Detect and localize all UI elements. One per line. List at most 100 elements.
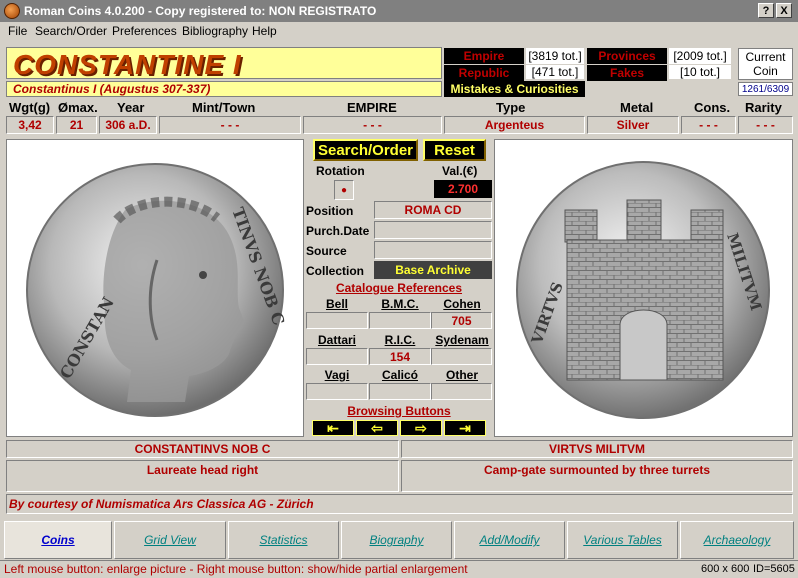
image-size: 600 x 600 [701, 563, 750, 575]
close-button[interactable]: X [776, 3, 792, 18]
obverse-image[interactable]: CONSTAN TINVS NOB C [6, 139, 304, 437]
rarity-field[interactable]: - - - [738, 116, 793, 134]
value-field[interactable]: 2.700 [434, 180, 492, 198]
obverse-description[interactable]: Laureate head right [6, 460, 399, 492]
browsing-buttons-title: Browsing Buttons [347, 404, 451, 418]
tab-add-modify[interactable]: Add/Modify [454, 521, 565, 559]
diameter-field[interactable]: 21 [56, 116, 97, 134]
collection-field[interactable]: Base Archive [374, 261, 492, 279]
vagi-field[interactable] [306, 383, 368, 400]
metal-header: Metal [620, 100, 654, 115]
mistakes-curiosities-button[interactable]: Mistakes & Curiosities [444, 81, 585, 97]
fakes-count: [10 tot.] [669, 65, 731, 79]
tab-various-tables[interactable]: Various Tables [567, 521, 678, 559]
type-header: Type [496, 100, 526, 115]
obverse-coin-icon: CONSTAN TINVS NOB C [26, 163, 288, 417]
purch-date-field[interactable] [374, 221, 492, 239]
current-coin-label: Current Coin [738, 48, 793, 80]
cons-field[interactable]: - - - [681, 116, 736, 134]
sydenam-field[interactable] [431, 348, 492, 365]
tab-archaeology[interactable]: Archaeology [680, 521, 794, 559]
reign-text: Constantinus I (Augustus 307-337) [13, 82, 211, 96]
cohen-header: Cohen [443, 297, 481, 311]
value-label: Val.(€) [442, 164, 478, 178]
empire-count: [3819 tot.] [526, 48, 584, 64]
calico-field[interactable] [369, 383, 431, 400]
menu-file[interactable]: File [8, 24, 27, 38]
tab-statistics[interactable]: Statistics [228, 521, 339, 559]
dattari-field[interactable] [306, 348, 368, 365]
menu-search-order[interactable]: Search/Order [35, 24, 107, 38]
fakes-button[interactable]: Fakes [587, 65, 667, 81]
cohen-field[interactable]: 705 [431, 312, 492, 329]
position-field[interactable]: ROMA CD [374, 201, 492, 219]
mint-header: Mint/Town [192, 100, 256, 115]
mint-field[interactable]: - - - [159, 116, 301, 134]
reset-button[interactable]: Reset [423, 139, 486, 161]
tab-biography[interactable]: Biography [341, 521, 452, 559]
provinces-button[interactable]: Provinces [587, 48, 667, 64]
current-coin-value: 1261/6309 [738, 82, 793, 96]
menu-preferences[interactable]: Preferences [112, 24, 177, 38]
republic-button[interactable]: Republic [444, 65, 524, 81]
diameter-header: Ømax. [58, 100, 98, 115]
rotation-label: Rotation [316, 164, 365, 178]
reverse-image[interactable]: VIRTVS MILITVM [494, 139, 793, 437]
tab-coins[interactable]: Coins [4, 521, 112, 559]
courtesy-note: By courtesy of Numismatica Ars Classica … [6, 494, 793, 514]
last-record-button[interactable]: ⇥ [444, 420, 486, 436]
type-field[interactable]: Argenteus [444, 116, 585, 134]
bmc-header: B.M.C. [381, 297, 419, 311]
status-bar: Left mouse button: enlarge picture - Rig… [0, 560, 798, 578]
status-hint: Left mouse button: enlarge picture - Rig… [4, 562, 468, 576]
calico-header: Calicó [381, 368, 418, 382]
rarity-header: Rarity [745, 100, 782, 115]
cons-header: Cons. [694, 100, 731, 115]
next-record-button[interactable]: ⇨ [400, 420, 442, 436]
menu-help[interactable]: Help [252, 24, 277, 38]
bell-header: Bell [325, 297, 348, 311]
ric-field[interactable]: 154 [369, 348, 431, 365]
reverse-description[interactable]: Camp-gate surmounted by three turrets [401, 460, 793, 492]
source-field[interactable] [374, 241, 492, 259]
tab-grid-view[interactable]: Grid View [114, 521, 226, 559]
year-header: Year [117, 100, 145, 115]
reverse-legend[interactable]: VIRTVS MILITVM [401, 440, 793, 458]
obverse-legend[interactable]: CONSTANTINVS NOB C [6, 440, 399, 458]
emperor-name: CONSTANTINE I [13, 49, 242, 80]
reverse-coin-icon: VIRTVS MILITVM [516, 161, 770, 419]
title-bar: Roman Coins 4.0.200 - Copy registered to… [0, 0, 798, 22]
provinces-count: [2009 tot.] [669, 48, 731, 64]
rotation-dial[interactable]: ● [334, 180, 354, 200]
search-order-button[interactable]: Search/Order [313, 139, 418, 161]
year-field[interactable]: 306 a.D. [99, 116, 157, 134]
purch-date-label: Purch.Date [306, 224, 370, 238]
other-header: Other [445, 368, 478, 382]
help-button[interactable]: ? [758, 3, 774, 18]
weight-header: Wgt(g) [9, 100, 51, 115]
menu-bibliography[interactable]: Bibliography [182, 24, 248, 38]
bmc-field[interactable] [369, 312, 431, 329]
previous-record-button[interactable]: ⇦ [356, 420, 398, 436]
empire-header: EMPIRE [347, 100, 397, 115]
bell-field[interactable] [306, 312, 368, 329]
dattari-header: Dattari [317, 333, 356, 347]
first-record-button[interactable]: ⇤ [312, 420, 354, 436]
menu-bar: File Search/Order Preferences Bibliograp… [0, 22, 798, 40]
ric-header: R.I.C. [384, 333, 416, 347]
window-title: Roman Coins 4.0.200 - Copy registered to… [24, 4, 377, 18]
position-label: Position [306, 204, 354, 218]
empire-field[interactable]: - - - [303, 116, 442, 134]
sydenam-header: Sydenam [435, 333, 489, 347]
other-field[interactable] [431, 383, 492, 400]
vagi-header: Vagi [324, 368, 350, 382]
reign-box: Constantinus I (Augustus 307-337) [6, 81, 442, 97]
record-id: ID=5605 [753, 563, 795, 575]
weight-field[interactable]: 3,42 [6, 116, 54, 134]
empire-button[interactable]: Empire [444, 48, 524, 64]
metal-field[interactable]: Silver [587, 116, 679, 134]
emperor-name-box: CONSTANTINE I [6, 47, 442, 80]
catalogue-references-title: Catalogue References [335, 281, 463, 295]
collection-label: Collection [306, 264, 365, 278]
app-icon[interactable] [4, 3, 20, 19]
